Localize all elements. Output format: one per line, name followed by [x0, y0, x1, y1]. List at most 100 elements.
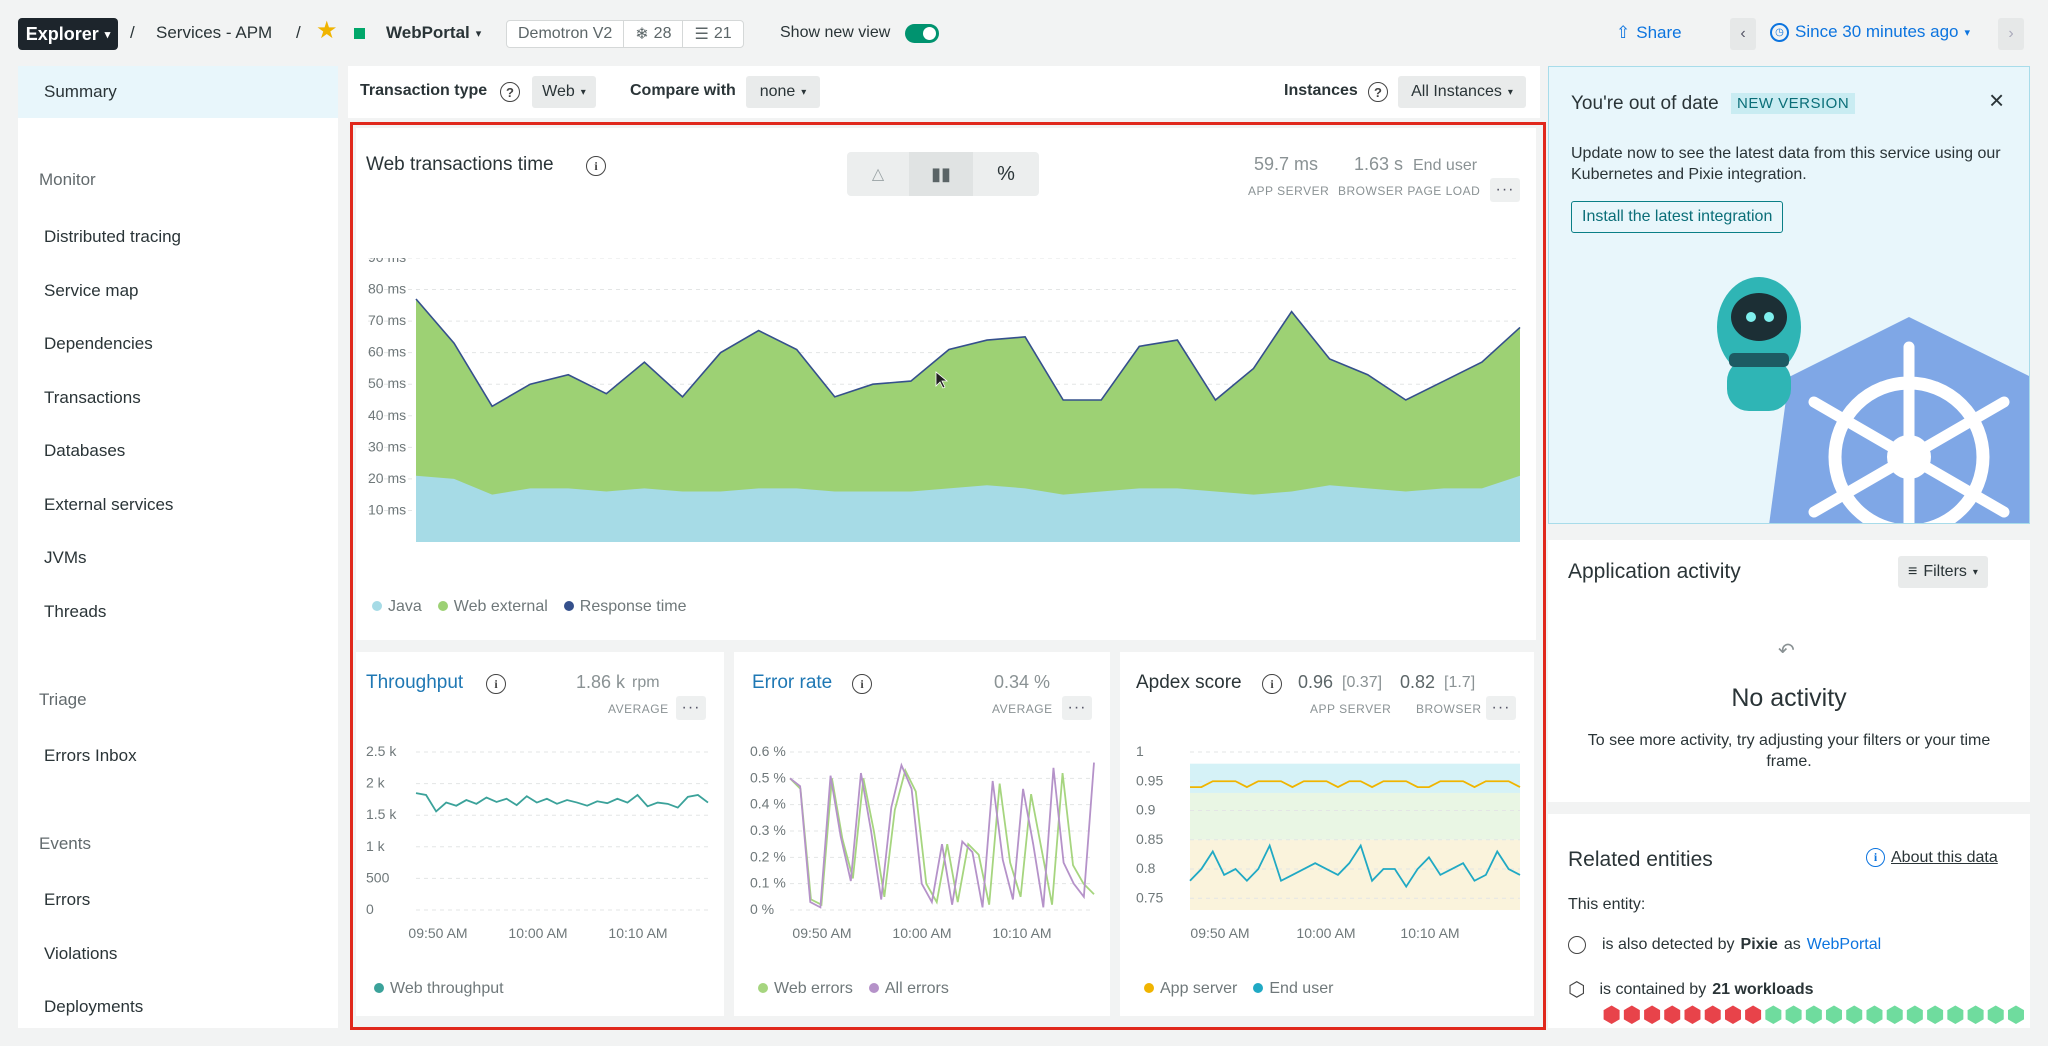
more-options-button[interactable]: ··· — [676, 696, 706, 720]
workload-status-hexagon[interactable]: ⬢ — [1865, 1004, 1884, 1026]
y-tick-label: 0.6 % — [750, 743, 786, 759]
chevron-right-icon: › — [2008, 25, 2014, 42]
workload-status-hexagon[interactable]: ⬢ — [1663, 1004, 1682, 1026]
y-tick-label: 30 ms — [368, 438, 406, 454]
sidebar-item-dependencies[interactable]: Dependencies — [44, 334, 153, 354]
more-options-button[interactable]: ··· — [1062, 696, 1092, 720]
sidebar-item-external-services[interactable]: External services — [44, 495, 173, 515]
legend-java[interactable]: Java — [372, 598, 422, 616]
area-chart-icon[interactable]: △ — [847, 152, 909, 196]
y-tick-label: 2 k — [366, 775, 386, 791]
show-new-view-label: Show new view — [780, 24, 891, 41]
y-tick-label: 0.2 % — [750, 848, 786, 864]
legend-web-external[interactable]: Web external — [437, 598, 548, 616]
info-icon[interactable]: i — [486, 674, 506, 694]
share-button[interactable]: ⇧ Share — [1616, 23, 1682, 43]
workload-status-hexagon[interactable]: ⬢ — [1905, 1004, 1924, 1026]
legend-app-server[interactable]: App server — [1144, 980, 1237, 998]
sidebar-item-jvms[interactable]: JVMs — [44, 548, 87, 568]
workload-status-hexagon[interactable]: ⬢ — [1622, 1004, 1641, 1026]
show-new-view-toggle[interactable] — [905, 24, 939, 43]
favorite-star-icon[interactable]: ★ — [316, 19, 338, 43]
sidebar-item-summary[interactable]: Summary — [18, 66, 338, 118]
sidebar-item-distributed-tracing[interactable]: Distributed tracing — [44, 227, 181, 247]
explorer-button[interactable]: Explorer ▾ — [18, 18, 118, 50]
entity-selector[interactable]: WebPortal ▾ — [386, 23, 481, 43]
tags-chip[interactable]: ❄ 28 — [624, 21, 684, 47]
legend-response-time[interactable]: Response time — [563, 598, 687, 616]
y-tick-label: 0.85 — [1136, 831, 1163, 847]
y-tick-label: 60 ms — [368, 344, 406, 360]
workload-status-hexagon[interactable]: ⬢ — [1703, 1004, 1722, 1026]
workloads-chip[interactable]: ☰ 21 — [683, 21, 742, 47]
account-chip[interactable]: Demotron V2 — [507, 21, 625, 47]
throughput-chart: 0 500 1 k 1.5 k 2 k 2.5 k 09:50 AM 10:00 AM 10:1… — [366, 743, 709, 941]
workload-status-hexagon[interactable]: ⬢ — [1824, 1004, 1843, 1026]
close-icon[interactable]: × — [1989, 87, 2004, 113]
y-tick-label: 90 ms — [368, 258, 406, 265]
workload-status-hexagon[interactable]: ⬢ — [1784, 1004, 1803, 1026]
workload-status-hexagon[interactable]: ⬢ — [1946, 1004, 1965, 1026]
workload-status-hexagon[interactable]: ⬢ — [1683, 1004, 1702, 1026]
filters-button[interactable]: ≡ Filters ▾ — [1898, 556, 1988, 588]
instances-value: All Instances — [1411, 83, 1502, 100]
time-picker[interactable]: ◷ Since 30 minutes ago ▾ — [1770, 22, 1970, 42]
y-tick-label: 1 — [1136, 743, 1144, 759]
workload-status-hexagon[interactable]: ⬢ — [1602, 1004, 1621, 1026]
sidebar-item-violations[interactable]: Violations — [44, 944, 117, 964]
sidebar-item-deployments[interactable]: Deployments — [44, 997, 143, 1017]
chevron-down-icon: ▾ — [801, 86, 807, 98]
sidebar-item-databases[interactable]: Databases — [44, 441, 125, 461]
info-icon[interactable]: i — [586, 156, 606, 176]
apdex-app-threshold: [0.37] — [1342, 674, 1383, 691]
bar-chart-icon[interactable]: ▮▮ — [909, 152, 973, 196]
workload-status-hexagon[interactable]: ⬢ — [1926, 1004, 1945, 1026]
panel-title[interactable]: Error rate — [752, 672, 832, 694]
legend-web-errors[interactable]: Web errors — [758, 980, 853, 998]
workload-status-hexagon[interactable]: ⬢ — [1885, 1004, 1904, 1026]
workload-status-hexagon[interactable]: ⬢ — [1804, 1004, 1823, 1026]
sidebar-item-transactions[interactable]: Transactions — [44, 388, 141, 408]
legend-web-throughput[interactable]: Web throughput — [374, 980, 504, 998]
workload-status-hexagon[interactable]: ⬢ — [1744, 1004, 1763, 1026]
chart-type-toggle: △ ▮▮ % — [847, 152, 1039, 196]
transaction-type-dropdown[interactable]: Web ▾ — [532, 76, 596, 108]
time-back-button[interactable]: ‹ — [1730, 18, 1756, 50]
install-integration-button[interactable]: Install the latest integration — [1571, 201, 1784, 233]
workloads-count[interactable]: 21 workloads — [1712, 981, 1813, 999]
sidebar-item-threads[interactable]: Threads — [44, 602, 106, 622]
workload-status-hexagon[interactable]: ⬢ — [1986, 1004, 2005, 1026]
time-forward-button[interactable]: › — [1998, 18, 2024, 50]
chevron-down-icon: ▾ — [475, 27, 482, 40]
workload-status-hexagon[interactable]: ⬢ — [1642, 1004, 1661, 1026]
sidebar-item-errors-inbox[interactable]: Errors Inbox — [44, 746, 137, 766]
workload-status-hexagon[interactable]: ⬢ — [1966, 1004, 1985, 1026]
compare-with-dropdown[interactable]: none ▾ — [746, 76, 820, 108]
more-options-button[interactable]: ··· — [1490, 178, 1520, 202]
y-tick-label: 0.8 — [1136, 860, 1156, 876]
percent-toggle[interactable]: % — [973, 152, 1039, 196]
workload-status-hexagon[interactable]: ⬢ — [1845, 1004, 1864, 1026]
info-icon[interactable]: i — [852, 674, 872, 694]
chart-legend: Web errors All errors — [758, 980, 949, 998]
help-icon[interactable]: ? — [1368, 82, 1388, 102]
panel-title[interactable]: Throughput — [366, 672, 463, 694]
y-tick-label: 20 ms — [368, 470, 406, 486]
legend-end-user[interactable]: End user — [1253, 980, 1333, 998]
sidebar-item-errors[interactable]: Errors — [44, 890, 90, 910]
instances-dropdown[interactable]: All Instances ▾ — [1398, 76, 1526, 108]
workload-status-hexagon[interactable]: ⬢ — [1723, 1004, 1742, 1026]
pixie-entity-link[interactable]: WebPortal — [1807, 936, 1881, 954]
sidebar-item-service-map[interactable]: Service map — [44, 281, 138, 301]
workload-status-hexagon[interactable]: ⬢ — [1764, 1004, 1783, 1026]
info-icon[interactable]: i — [1262, 674, 1282, 694]
more-options-button[interactable]: ··· — [1486, 696, 1516, 720]
about-data-link[interactable]: i About this data — [1866, 848, 1998, 867]
help-icon[interactable]: ? — [500, 82, 520, 102]
workload-status-hexagon[interactable]: ⬢ — [2006, 1004, 2025, 1026]
legend-all-errors[interactable]: All errors — [868, 980, 949, 998]
breadcrumb-services[interactable]: Services - APM — [156, 23, 272, 43]
pixie-as: as — [1783, 936, 1801, 953]
filter-icon: ≡ — [1908, 563, 1918, 580]
account-name: Demotron V2 — [518, 25, 613, 42]
